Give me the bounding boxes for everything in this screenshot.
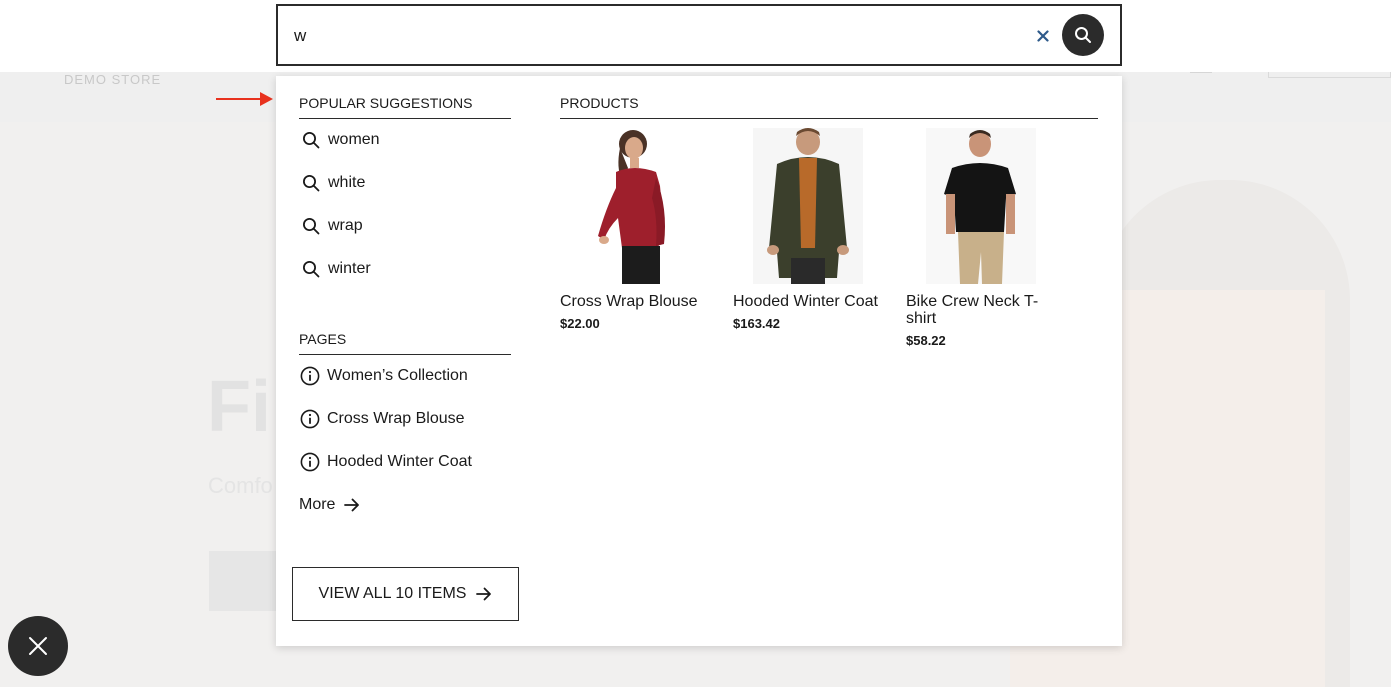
product-name: Hooded Winter Coat	[733, 293, 878, 310]
search-input[interactable]	[294, 22, 994, 50]
nav-divider	[1190, 72, 1212, 73]
product-price: $163.42	[733, 316, 780, 331]
suggestion-item-white[interactable]: white	[301, 172, 365, 194]
suggestion-label: winter	[328, 260, 371, 277]
product-price: $22.00	[560, 316, 600, 331]
products-heading: PRODUCTS	[560, 95, 1098, 119]
hero-subtitle: Comfo	[208, 473, 273, 498]
page-item-hooded-winter-coat[interactable]: Hooded Winter Coat	[300, 451, 472, 473]
store-logo: DEMO STORE	[64, 72, 162, 87]
close-icon	[29, 637, 47, 655]
suggestion-label: women	[328, 131, 380, 148]
product-image	[906, 128, 1056, 284]
page-label: Women’s Collection	[327, 367, 468, 384]
info-icon	[300, 452, 320, 472]
suggestion-label: wrap	[328, 217, 363, 234]
search-icon	[301, 173, 321, 193]
product-card-cross-wrap-blouse[interactable]: Cross Wrap Blouse $22.00	[560, 128, 710, 331]
arrow-right-icon	[476, 587, 492, 601]
product-card-hooded-winter-coat[interactable]: Hooded Winter Coat $163.42	[733, 128, 883, 331]
page-label: Hooded Winter Coat	[327, 453, 472, 470]
pages-heading: PAGES	[299, 331, 511, 355]
clear-search-button[interactable]	[1034, 26, 1052, 46]
more-label: More	[299, 496, 336, 513]
product-image	[560, 128, 710, 284]
search-bar	[276, 4, 1122, 66]
info-icon	[300, 409, 320, 429]
suggestion-item-wrap[interactable]: wrap	[301, 215, 363, 237]
product-name: Bike Crew Neck T-shirt	[906, 293, 1039, 327]
suggestion-item-women[interactable]: women	[301, 129, 380, 151]
search-icon	[301, 130, 321, 150]
popular-suggestions-heading: POPULAR SUGGESTIONS	[299, 95, 511, 119]
close-icon	[1037, 30, 1049, 42]
suggestion-item-winter[interactable]: winter	[301, 258, 371, 280]
product-image	[733, 128, 883, 284]
search-icon	[301, 216, 321, 236]
product-price: $58.22	[906, 333, 946, 348]
suggestion-label: white	[328, 174, 366, 191]
page-item-cross-wrap-blouse[interactable]: Cross Wrap Blouse	[300, 408, 465, 430]
info-icon	[300, 366, 320, 386]
page-item-womens-collection[interactable]: Women’s Collection	[300, 365, 468, 387]
view-all-label: VIEW ALL 10 ITEMS	[318, 585, 467, 602]
more-pages-link[interactable]: More	[299, 494, 360, 516]
nav-account-box	[1268, 72, 1391, 78]
product-name: Cross Wrap Blouse	[560, 293, 698, 310]
search-icon	[301, 259, 321, 279]
product-card-bike-crew-neck-tshirt[interactable]: Bike Crew Neck T-shirt $58.22	[906, 128, 1056, 348]
view-all-items-button[interactable]: VIEW ALL 10 ITEMS	[292, 567, 519, 621]
search-icon	[1075, 27, 1091, 43]
page-label: Cross Wrap Blouse	[327, 410, 465, 427]
hero-title: Fi	[207, 367, 271, 447]
annotation-arrow-icon	[216, 92, 273, 106]
search-submit-button[interactable]	[1062, 14, 1104, 56]
close-search-fab[interactable]	[8, 616, 68, 676]
search-suggestions-dropdown: POPULAR SUGGESTIONS women white wrap win…	[276, 76, 1122, 646]
arrow-right-icon	[344, 498, 360, 512]
